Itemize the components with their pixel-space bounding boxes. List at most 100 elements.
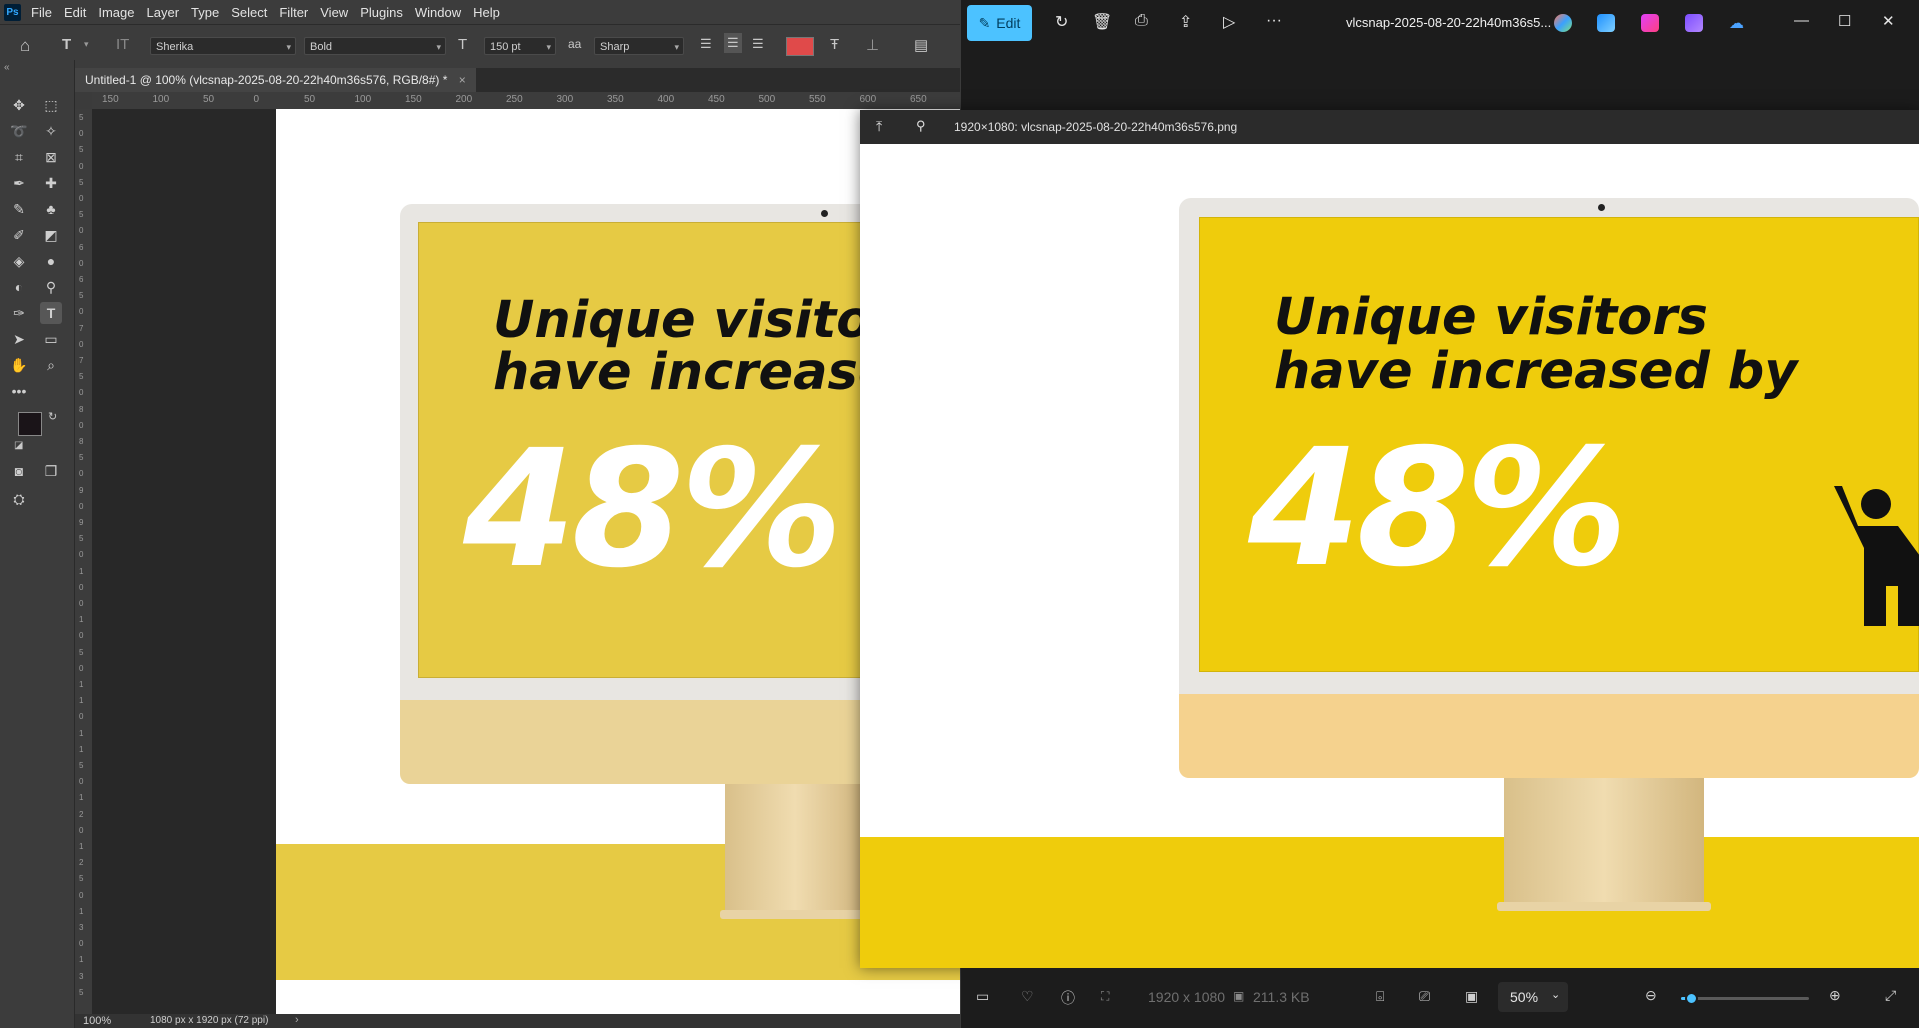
path-selection-icon[interactable]: ➤ bbox=[8, 328, 30, 350]
type-tool-preset-icon[interactable]: T bbox=[62, 36, 71, 53]
info-icon[interactable]: ⓘ bbox=[1061, 988, 1075, 1008]
ruler-tick-label: 1 bbox=[79, 615, 84, 625]
rectangle-tool-icon[interactable]: ▭ bbox=[40, 328, 62, 350]
lasso-tool-icon[interactable]: ➰ bbox=[8, 120, 30, 142]
ruler-tick-label: 100 bbox=[152, 94, 170, 105]
align-right-icon[interactable]: ☰ bbox=[752, 36, 764, 52]
menu-filter[interactable]: Filter bbox=[279, 5, 308, 20]
history-brush-icon[interactable]: ✐ bbox=[8, 224, 30, 246]
filmstrip-icon[interactable]: ▭ bbox=[976, 988, 989, 1005]
zoom-select[interactable]: 50% ⌄ bbox=[1498, 982, 1568, 1012]
warp-text-icon[interactable]: Ŧ bbox=[830, 36, 839, 53]
status-zoom[interactable]: 100% bbox=[83, 1015, 111, 1027]
font-size-select[interactable]: 150 pt ▾ bbox=[484, 37, 556, 55]
actual-size-icon[interactable]: ▣ bbox=[1465, 988, 1478, 1005]
favorite-icon[interactable]: ♡ bbox=[1021, 988, 1034, 1005]
foreground-color-swatch[interactable] bbox=[18, 412, 42, 436]
pen-tool-icon[interactable]: ✑ bbox=[8, 302, 30, 324]
home-icon[interactable]: ⌂ bbox=[20, 36, 30, 56]
menu-help[interactable]: Help bbox=[473, 5, 500, 20]
blur-tool-icon[interactable]: ● bbox=[40, 250, 62, 272]
more-options-icon[interactable]: ··· bbox=[1266, 12, 1282, 30]
menu-type[interactable]: Type bbox=[191, 5, 219, 20]
copilot-icon[interactable] bbox=[1554, 14, 1572, 32]
menu-view[interactable]: View bbox=[320, 5, 348, 20]
ruler-tick-label: 1 bbox=[79, 955, 84, 965]
document-canvas[interactable]: Unique visitors have increased by 48% bbox=[276, 109, 960, 1014]
magic-wand-icon[interactable]: ✧ bbox=[40, 120, 62, 142]
ruler-tick-label: 0 bbox=[79, 307, 84, 317]
zoom-slider-track[interactable] bbox=[1681, 992, 1809, 1005]
marquee-tool-icon[interactable]: ⬚ bbox=[40, 94, 62, 116]
share-icon[interactable]: ⛭ bbox=[8, 488, 30, 510]
align-left-icon[interactable]: ☰ bbox=[700, 36, 712, 52]
ruler-tick-label: 400 bbox=[657, 94, 675, 105]
type-tool-icon[interactable]: T bbox=[40, 302, 62, 324]
document-tab[interactable]: Untitled-1 @ 100% (vlcsnap-2025-08-20-22… bbox=[75, 68, 476, 92]
rotate-icon[interactable]: ↻ bbox=[1055, 12, 1068, 32]
zoom-out-icon[interactable]: ⊖ bbox=[1645, 987, 1657, 1004]
menu-window[interactable]: Window bbox=[415, 5, 461, 20]
paint-bucket-icon[interactable]: ◈ bbox=[8, 250, 30, 272]
status-bar: 100% 1080 px x 1920 px (72 ppi) › bbox=[75, 1014, 960, 1028]
menu-layer[interactable]: Layer bbox=[147, 5, 180, 20]
ruler-tick-label: 0 bbox=[79, 663, 84, 673]
text-orientation-icon[interactable]: IT bbox=[116, 36, 129, 53]
stamp-tool-icon[interactable]: ♣ bbox=[40, 198, 62, 220]
crop-tool-icon[interactable]: ⌗ bbox=[8, 146, 30, 168]
font-style-select[interactable]: Bold ▾ bbox=[304, 37, 446, 55]
move-tool-icon[interactable]: ✥ bbox=[8, 94, 30, 116]
video-editor-icon[interactable] bbox=[1685, 14, 1703, 32]
more-tools-icon[interactable]: ••• bbox=[8, 380, 30, 402]
edit-button[interactable]: ✎ Edit bbox=[967, 5, 1032, 41]
zoom-in-icon[interactable]: ⊕ bbox=[1829, 987, 1841, 1004]
close-tab-icon[interactable]: × bbox=[459, 73, 466, 87]
align-center-icon[interactable]: ☰ bbox=[724, 33, 742, 53]
swap-colors-icon[interactable]: ↻ bbox=[48, 410, 57, 423]
clipchamp-icon[interactable] bbox=[1641, 14, 1659, 32]
menu-select[interactable]: Select bbox=[231, 5, 267, 20]
text-color-swatch[interactable] bbox=[786, 37, 814, 56]
visual-search-icon[interactable]: ⎚ bbox=[1419, 988, 1430, 1005]
eyedropper-icon[interactable]: ✒ bbox=[8, 172, 30, 194]
designer-icon[interactable] bbox=[1597, 14, 1615, 32]
maximize-icon[interactable]: ☐ bbox=[1838, 12, 1851, 30]
image-headline-line-2: have increased by bbox=[1274, 342, 1798, 401]
share-icon[interactable]: ⇪ bbox=[1179, 12, 1192, 32]
menu-plugins[interactable]: Plugins bbox=[360, 5, 403, 20]
font-family-select[interactable]: Sherika ▾ bbox=[150, 37, 296, 55]
zoom-tool-icon[interactable]: ⌕ bbox=[40, 354, 62, 376]
dodge-tool-icon[interactable]: ◐ bbox=[8, 276, 30, 298]
healing-brush-icon[interactable]: ✚ bbox=[40, 172, 62, 194]
zoom-slider-thumb[interactable] bbox=[1685, 992, 1699, 1005]
hand-tool-icon[interactable]: ✋ bbox=[8, 354, 30, 376]
menu-file[interactable]: File bbox=[31, 5, 52, 20]
3d-text-icon[interactable]: ⊥ bbox=[866, 36, 879, 54]
onedrive-icon[interactable]: ☁ bbox=[1729, 14, 1747, 32]
frame-tool-icon[interactable]: ⊠ bbox=[40, 146, 62, 168]
close-icon[interactable]: ✕ bbox=[1882, 12, 1895, 30]
chevron-down-icon[interactable]: ▾ bbox=[84, 39, 89, 50]
fullscreen-icon[interactable]: ⤢ bbox=[1885, 987, 1896, 1004]
menu-image[interactable]: Image bbox=[98, 5, 134, 20]
ruler-tick-label: 0 bbox=[79, 550, 84, 560]
minimize-icon[interactable]: — bbox=[1794, 12, 1809, 29]
pin-icon[interactable]: ⚲ bbox=[916, 118, 926, 134]
print-icon[interactable]: ⎙ bbox=[1135, 12, 1148, 30]
antialias-select[interactable]: Sharp ▾ bbox=[594, 37, 684, 55]
default-colors-icon[interactable]: ◪ bbox=[14, 440, 23, 451]
collapse-icon[interactable]: « bbox=[4, 62, 10, 73]
status-doc-info[interactable]: 1080 px x 1920 px (72 ppi) bbox=[150, 1015, 268, 1026]
move-to-top-icon[interactable]: ⤒ bbox=[876, 118, 882, 135]
delete-icon[interactable]: 🗑 bbox=[1092, 12, 1112, 32]
brush-tool-icon[interactable]: ✎ bbox=[8, 198, 30, 220]
status-chevron-icon[interactable]: › bbox=[295, 1014, 299, 1026]
eraser-icon[interactable]: ◩ bbox=[40, 224, 62, 246]
sponge-tool-icon[interactable]: ⚲ bbox=[40, 276, 62, 298]
slideshow-icon[interactable]: ▷ bbox=[1223, 12, 1235, 32]
screen-mode-icon[interactable]: ❐ bbox=[40, 460, 62, 482]
character-panel-icon[interactable]: ▤ bbox=[914, 36, 928, 54]
menu-edit[interactable]: Edit bbox=[64, 5, 86, 20]
quick-mask-icon[interactable]: ◙ bbox=[8, 460, 30, 482]
scan-text-icon[interactable]: ⌻ bbox=[1376, 988, 1384, 1005]
